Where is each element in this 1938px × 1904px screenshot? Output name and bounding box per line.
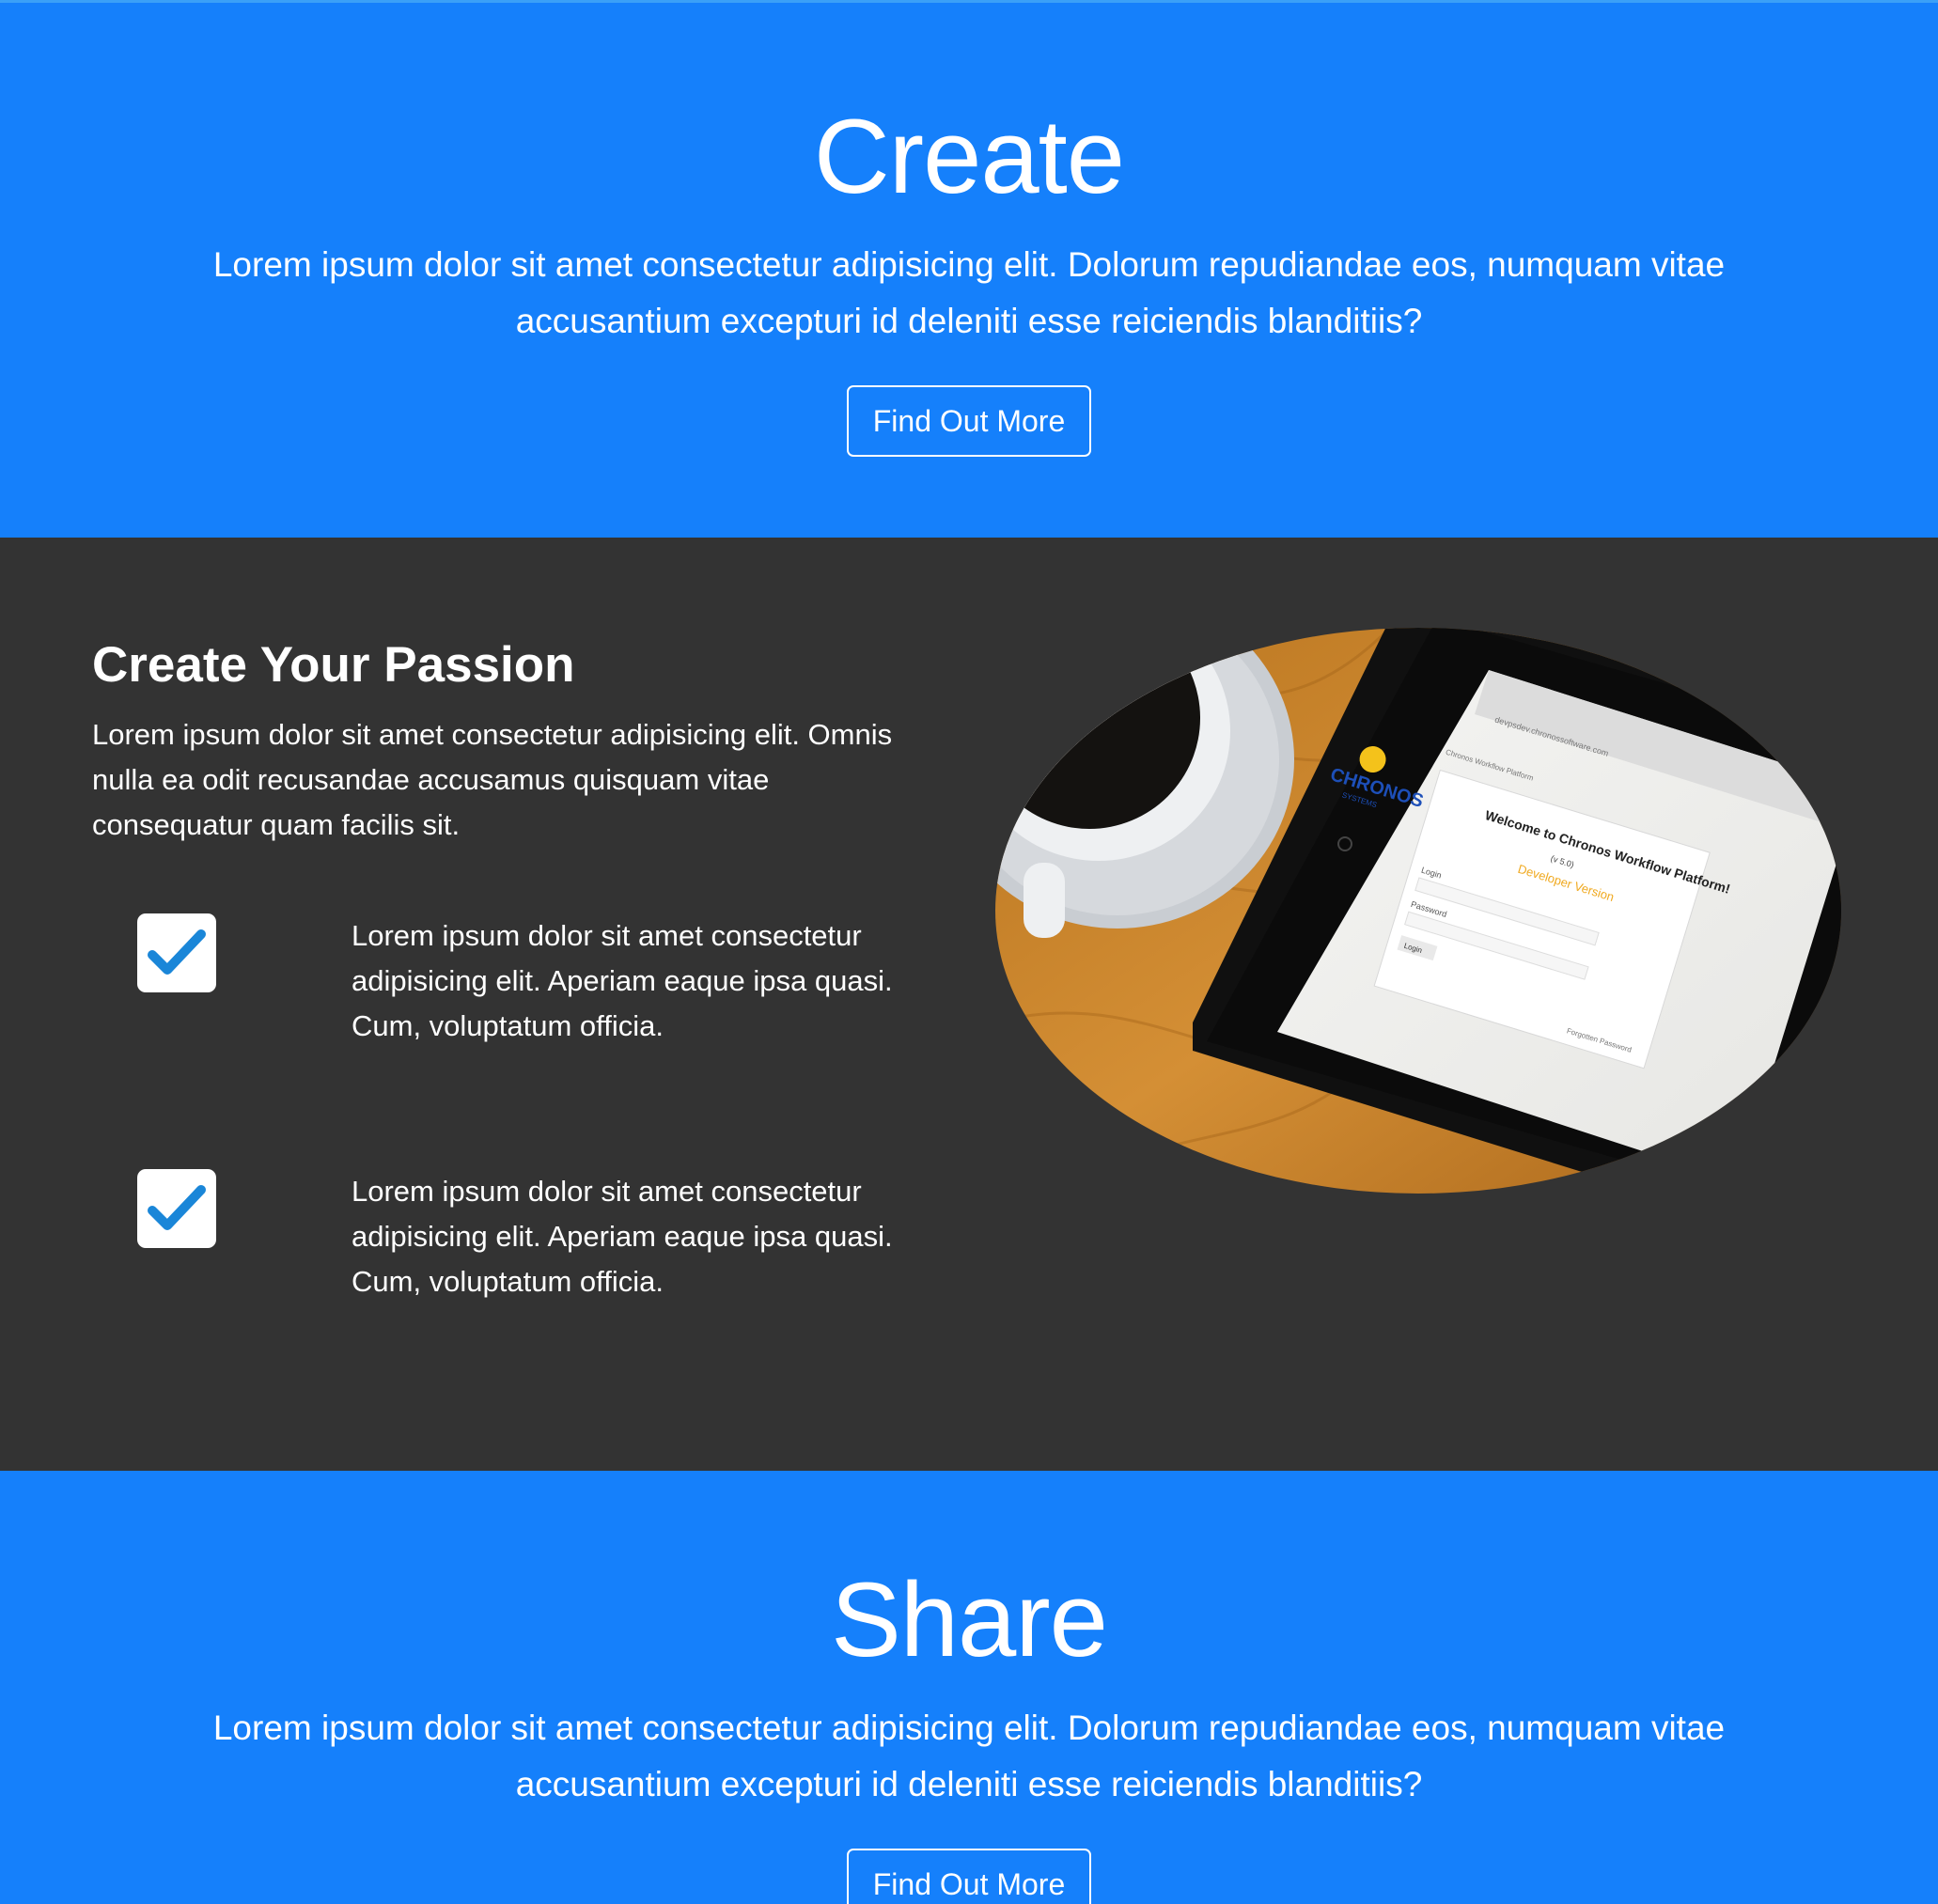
create-title: Create bbox=[813, 98, 1125, 215]
share-find-out-more-button[interactable]: Find Out More bbox=[847, 1848, 1091, 1904]
create-find-out-more-button[interactable]: Find Out More bbox=[847, 384, 1091, 457]
feature-text: Lorem ipsum dolor sit amet consectetur a… bbox=[352, 1175, 893, 1298]
passion-content: Create Your Passion Lorem ipsum dolor si… bbox=[92, 635, 919, 1298]
top-accent-line bbox=[0, 0, 1938, 3]
create-description: Lorem ipsum dolor sit amet consectetur a… bbox=[212, 244, 1726, 340]
feature-item: Lorem ipsum dolor sit amet consectetur a… bbox=[137, 1169, 908, 1319]
share-section: Share Lorem ipsum dolor sit amet consect… bbox=[0, 1471, 1938, 1904]
feature-text: Lorem ipsum dolor sit amet consectetur a… bbox=[352, 919, 893, 1042]
checkbox-checked-icon bbox=[137, 1169, 216, 1248]
passion-section: Create Your Passion Lorem ipsum dolor si… bbox=[0, 538, 1938, 1471]
checkbox-checked-icon bbox=[137, 913, 216, 992]
feature-item: Lorem ipsum dolor sit amet consectetur a… bbox=[137, 913, 908, 1064]
share-description: Lorem ipsum dolor sit amet consectetur a… bbox=[212, 1708, 1726, 1803]
create-section: Create Lorem ipsum dolor sit amet consec… bbox=[0, 0, 1938, 538]
passion-description: Lorem ipsum dolor sit amet consectetur a… bbox=[92, 717, 893, 841]
passion-title: Create Your Passion bbox=[92, 637, 575, 693]
share-title: Share bbox=[831, 1561, 1108, 1678]
tablet-coffee-image: devpsdev.chronossoftware.com Chronos Wor… bbox=[995, 628, 1841, 1194]
